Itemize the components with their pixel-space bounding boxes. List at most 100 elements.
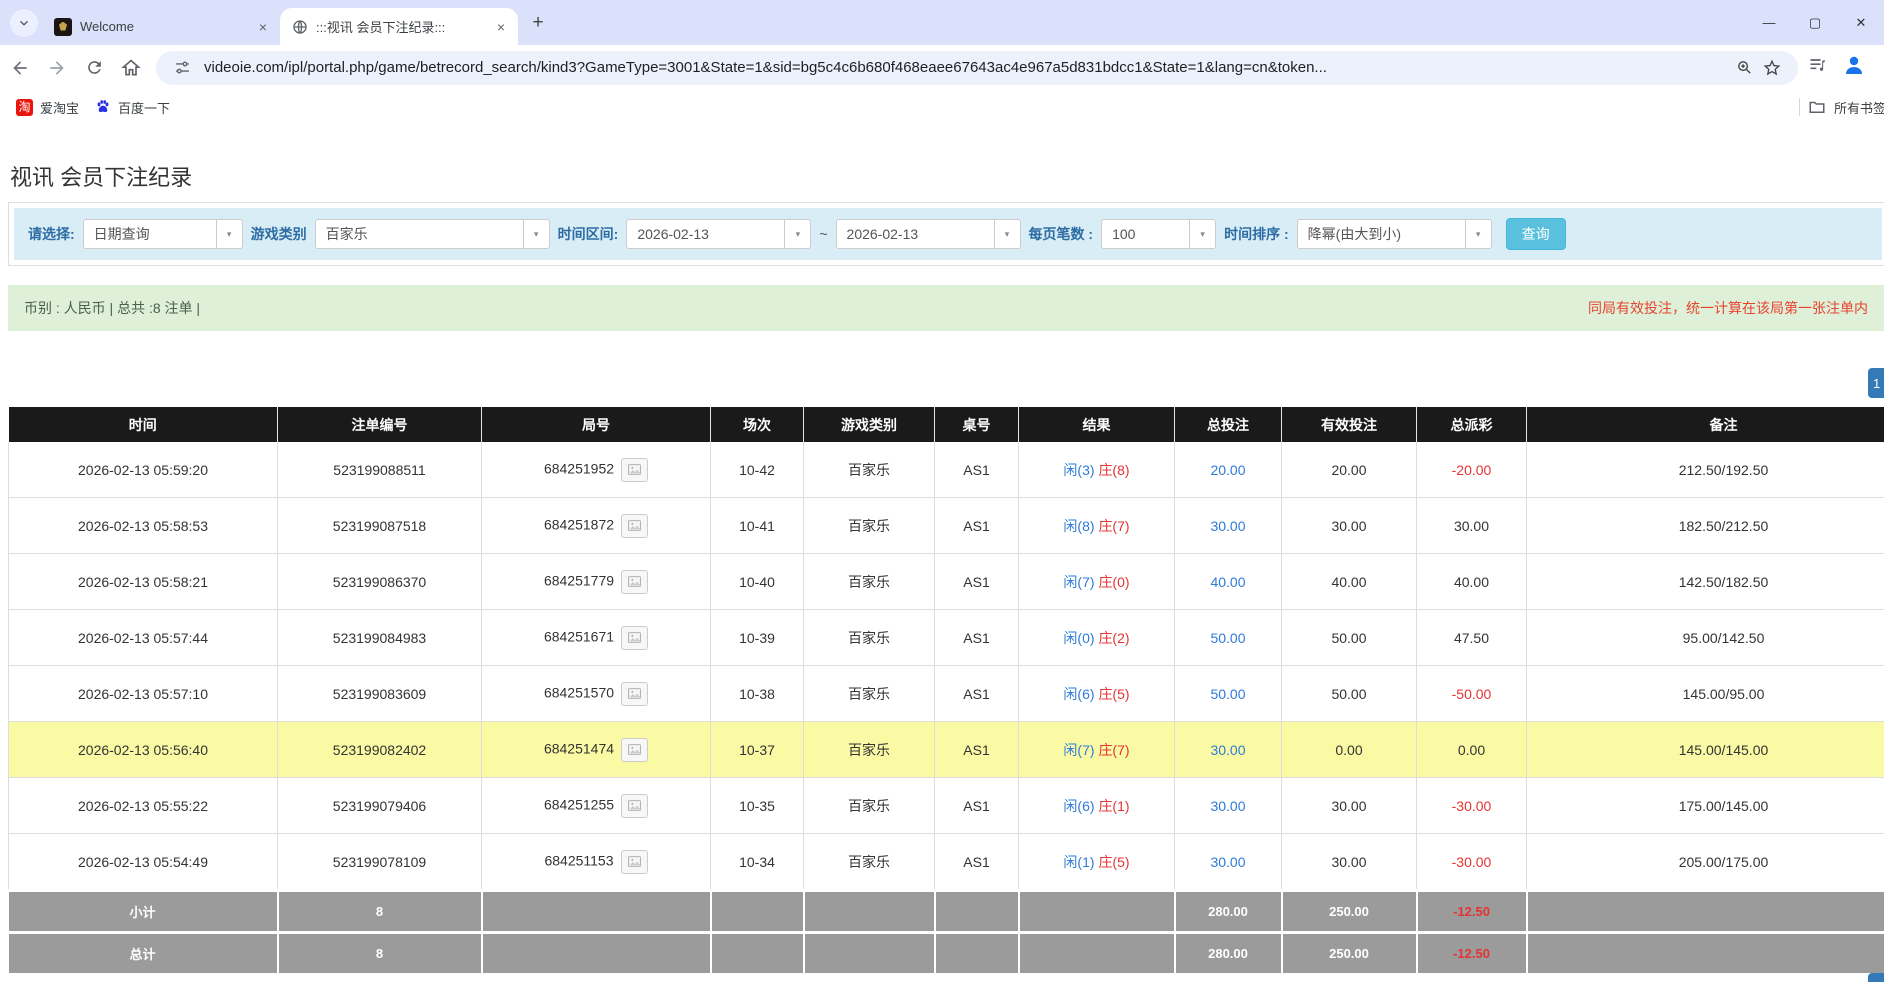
cell-remark: 142.50/182.50 bbox=[1527, 554, 1884, 610]
close-icon[interactable]: × bbox=[254, 18, 272, 36]
date-from-select[interactable]: 2026-02-13 ▾ bbox=[626, 219, 811, 249]
round-preview-button[interactable] bbox=[621, 458, 648, 482]
cell-table-no: AS1 bbox=[935, 554, 1019, 610]
back-icon bbox=[10, 58, 30, 78]
result-player: 闲(7) bbox=[1063, 742, 1094, 758]
cell-remark: 182.50/212.50 bbox=[1527, 498, 1884, 554]
cell-remark: 212.50/192.50 bbox=[1527, 442, 1884, 498]
result-player: 闲(0) bbox=[1063, 630, 1094, 646]
tab-strip: Welcome × :::视讯 会员下注纪录::: × + — ▢ ✕ bbox=[0, 0, 1884, 45]
round-number: 684251671 bbox=[544, 628, 614, 644]
table-row: 2026-02-13 05:59:20 523199088511 6842519… bbox=[9, 442, 1884, 498]
search-button[interactable]: 查询 bbox=[1506, 218, 1566, 250]
tab-welcome[interactable]: Welcome × bbox=[42, 8, 280, 45]
cell-bet-id: 523199084983 bbox=[278, 610, 482, 666]
tab-bet-records[interactable]: :::视讯 会员下注纪录::: × bbox=[280, 8, 518, 45]
url-text[interactable]: videoie.com/ipl/portal.php/game/betrecor… bbox=[204, 59, 1722, 76]
reload-icon bbox=[85, 58, 104, 77]
round-number: 684251474 bbox=[544, 740, 614, 756]
date-from-value: 2026-02-13 bbox=[627, 226, 784, 242]
cell-session: 10-35 bbox=[711, 778, 804, 834]
cell-round: 684251255 bbox=[482, 778, 711, 834]
tab-search-button[interactable] bbox=[10, 9, 38, 37]
cell-valid-bet: 30.00 bbox=[1282, 498, 1417, 554]
cell-payout: -50.00 bbox=[1417, 666, 1527, 722]
bookmarks-right: 所有书签 bbox=[1799, 98, 1884, 117]
cell-session: 10-42 bbox=[711, 442, 804, 498]
cell-session: 10-40 bbox=[711, 554, 804, 610]
result-banker: 庄(7) bbox=[1098, 518, 1129, 534]
close-icon[interactable]: × bbox=[492, 18, 510, 36]
bookmark-baidu[interactable]: 百度一下 bbox=[95, 98, 170, 117]
cell-game-type: 百家乐 bbox=[804, 442, 935, 498]
round-preview-button[interactable] bbox=[621, 794, 648, 818]
url-bar[interactable]: videoie.com/ipl/portal.php/game/betrecor… bbox=[156, 51, 1798, 85]
back-button[interactable] bbox=[3, 51, 37, 85]
date-to-value: 2026-02-13 bbox=[837, 226, 994, 242]
pagination-page-button[interactable]: 1 bbox=[1868, 368, 1884, 398]
cell-game-type: 百家乐 bbox=[804, 498, 935, 554]
sort-order-select[interactable]: 降幂(由大到小) ▾ bbox=[1297, 219, 1492, 249]
forward-button[interactable] bbox=[40, 51, 74, 85]
query-type-select[interactable]: 日期查询 ▾ bbox=[83, 219, 243, 249]
chevron-down-icon: ▾ bbox=[1189, 220, 1215, 248]
round-preview-button[interactable] bbox=[621, 682, 648, 706]
cell-table-no: AS1 bbox=[935, 778, 1019, 834]
bookmark-label: 爱淘宝 bbox=[40, 98, 79, 117]
round-preview-button[interactable] bbox=[621, 514, 648, 538]
result-banker: 庄(2) bbox=[1098, 630, 1129, 646]
per-page-select[interactable]: 100 ▾ bbox=[1101, 219, 1216, 249]
reload-button[interactable] bbox=[77, 51, 111, 85]
cell-payout: 30.00 bbox=[1417, 498, 1527, 554]
cell-round: 684251952 bbox=[482, 442, 711, 498]
window-controls: — ▢ ✕ bbox=[1746, 0, 1884, 45]
site-settings-icon[interactable] bbox=[168, 54, 196, 82]
sort-order-label: 时间排序 : bbox=[1224, 224, 1289, 244]
media-controls-icon[interactable] bbox=[1808, 55, 1828, 80]
pagination-bottom-button[interactable] bbox=[1868, 973, 1884, 982]
footer-payout: -12.50 bbox=[1417, 933, 1527, 974]
result-player: 闲(7) bbox=[1063, 574, 1094, 590]
footer-valid-bet: 250.00 bbox=[1282, 891, 1417, 933]
game-type-select[interactable]: 百家乐 ▾ bbox=[315, 219, 550, 249]
home-button[interactable] bbox=[114, 51, 148, 85]
new-tab-button[interactable]: + bbox=[524, 9, 552, 37]
round-preview-button[interactable] bbox=[621, 738, 648, 762]
column-header: 注单编号 bbox=[278, 407, 482, 442]
chevron-down-icon: ▾ bbox=[784, 220, 810, 248]
cell-time: 2026-02-13 05:58:21 bbox=[9, 554, 278, 610]
bookmark-aitaobao[interactable]: 淘 爱淘宝 bbox=[16, 98, 79, 117]
table-row: 2026-02-13 05:55:22 523199079406 6842512… bbox=[9, 778, 1884, 834]
cell-session: 10-39 bbox=[711, 610, 804, 666]
column-header: 局号 bbox=[482, 407, 711, 442]
minimize-icon[interactable]: — bbox=[1746, 0, 1792, 45]
round-number: 684251153 bbox=[544, 852, 613, 868]
all-bookmarks-label[interactable]: 所有书签 bbox=[1834, 98, 1884, 117]
date-to-select[interactable]: 2026-02-13 ▾ bbox=[836, 219, 1021, 249]
round-preview-button[interactable] bbox=[621, 570, 648, 594]
bookmark-star-icon[interactable] bbox=[1758, 54, 1786, 82]
cell-game-type: 百家乐 bbox=[804, 610, 935, 666]
cell-time: 2026-02-13 05:59:20 bbox=[9, 442, 278, 498]
cell-time: 2026-02-13 05:55:22 bbox=[9, 778, 278, 834]
round-number: 684251952 bbox=[544, 460, 614, 476]
cell-valid-bet: 50.00 bbox=[1282, 666, 1417, 722]
footer-label: 总计 bbox=[9, 933, 278, 974]
footer-label: 小计 bbox=[9, 891, 278, 933]
zoom-icon[interactable] bbox=[1730, 54, 1758, 82]
cell-payout: 0.00 bbox=[1417, 722, 1527, 778]
round-preview-button[interactable] bbox=[621, 626, 648, 650]
cell-remark: 205.00/175.00 bbox=[1527, 834, 1884, 891]
close-window-icon[interactable]: ✕ bbox=[1838, 0, 1884, 45]
profile-avatar-icon[interactable] bbox=[1842, 53, 1866, 82]
tab-title: Welcome bbox=[80, 19, 246, 34]
cell-bet-id: 523199082402 bbox=[278, 722, 482, 778]
footer-valid-bet: 250.00 bbox=[1282, 933, 1417, 974]
game-type-label: 游戏类别 bbox=[251, 224, 307, 244]
maximize-icon[interactable]: ▢ bbox=[1792, 0, 1838, 45]
result-player: 闲(1) bbox=[1063, 854, 1094, 870]
cell-valid-bet: 30.00 bbox=[1282, 778, 1417, 834]
baidu-paw-icon bbox=[95, 99, 111, 115]
round-preview-button[interactable] bbox=[621, 850, 648, 874]
column-header: 游戏类别 bbox=[804, 407, 935, 442]
